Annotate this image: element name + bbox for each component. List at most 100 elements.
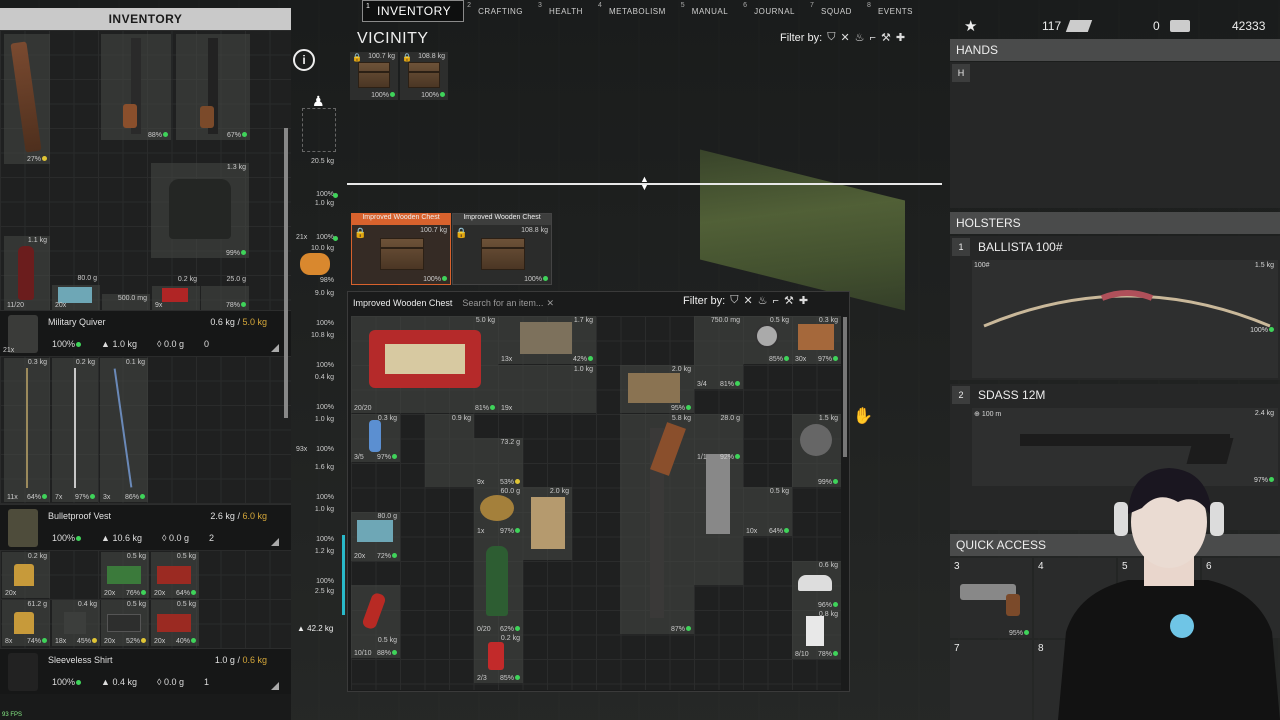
cleaver-item[interactable]: 28.0 g 1/1 92% (694, 414, 743, 585)
bottle-item[interactable]: 1.1 kg 11/20 (4, 236, 50, 310)
tab-crafting[interactable]: 2 CRAFTING (464, 0, 535, 22)
medical-filter-icon[interactable]: ✚ (896, 31, 905, 44)
vicinity-crate[interactable]: 🔒 108.8 kg 100% (400, 52, 448, 100)
tab-health[interactable]: 3 HEALTH (535, 0, 595, 22)
tab-metabolism[interactable]: 4 METABOLISM (595, 0, 678, 22)
item-weight: 500.0 mg (117, 295, 147, 302)
medical-filter-icon[interactable]: ✚ (799, 294, 808, 307)
quiver-slot[interactable]: 21x Military Quiver 0.6 kg / 5.0 kg 100%… (0, 310, 291, 356)
magazine-item[interactable]: 0.4 kg 18x 45% (52, 600, 100, 646)
vicinity-filter: Filter by: ⛉ ✕ ♨ ⌐ ⚒ ✚ (780, 31, 905, 44)
vest-slot[interactable]: Bulletproof Vest 2.6 kg / 6.0 kg 100% ▲ … (0, 504, 291, 550)
wood-stock-icon (10, 41, 42, 153)
shells-item[interactable]: 0.2 kg 9x (152, 276, 200, 310)
weapon-filter-icon[interactable]: ✕ (840, 31, 849, 44)
ak-rifle-2-item[interactable]: 67% (176, 34, 250, 140)
black-ammo-box-item[interactable]: 0.5 kg 20x 52% (101, 600, 149, 646)
tab-squad[interactable]: 7 SQUAD (807, 0, 864, 22)
slot-name: Military Quiver (48, 317, 106, 327)
item-condition: 74% (27, 638, 47, 645)
quick-slot-3[interactable]: 3 95% (950, 558, 1032, 638)
food-filter-icon[interactable]: ♨ (758, 294, 768, 307)
rifle-item[interactable]: 5.8 kg 87% (620, 414, 694, 634)
shirt-slot[interactable]: Sleeveless Shirt 1.0 g / 0.6 kg 100% ▲ 0… (0, 648, 291, 694)
green-ammo-box-item[interactable]: 0.5 kg 20x 76% (101, 552, 149, 598)
compass-item[interactable]: 0.5 kg 85% (743, 316, 792, 364)
item-condition: 64% (27, 494, 47, 501)
tools-filter-icon[interactable]: ⚒ (881, 31, 891, 44)
tab-number: 6 (743, 2, 748, 9)
bread-slot[interactable]: 10.0 kg 98% (292, 245, 338, 285)
box-icon (58, 287, 92, 303)
tab-events[interactable]: 8 EVENTS (864, 0, 925, 22)
resize-handle[interactable] (271, 538, 279, 546)
item-condition: 45% (77, 638, 97, 645)
weapon-filter-icon[interactable]: ✕ (743, 294, 752, 307)
food-filter-icon[interactable]: ♨ (855, 31, 865, 44)
gun-filter-icon[interactable]: ⌐ (870, 32, 876, 44)
jacket-item[interactable]: 1.3 kg 99% (151, 163, 249, 258)
clear-search-icon[interactable]: ✕ (546, 298, 554, 309)
tab-manual[interactable]: 5 MANUAL (678, 0, 740, 22)
iron-nails-item[interactable]: 2.0 kg 95% (620, 365, 694, 413)
pan-item[interactable]: 1.5 kg 99% (792, 414, 841, 487)
vicinity-crate[interactable]: 🔒 100.7 kg 100% (350, 52, 398, 100)
chest-card-selected[interactable]: Improved Wooden Chest 🔒 100.7 kg 100% (351, 213, 451, 285)
paper-item[interactable]: 2.0 kg (523, 487, 572, 560)
hands-slot[interactable]: H (950, 62, 1280, 208)
item-weight: 1.0 kg (573, 366, 593, 373)
container-scrollbar[interactable] (843, 317, 847, 457)
sneakers-item[interactable]: 0.6 kg 96% (792, 561, 841, 610)
item-weight: 60.0 g (500, 488, 520, 495)
lighter-item[interactable]: 0.9 kg (425, 414, 474, 487)
bullets-item[interactable]: 0.2 kg 20x (2, 552, 50, 598)
item-count: 11x (7, 494, 18, 501)
item-weight: 25.0 g (226, 276, 246, 283)
repair-kit-item[interactable]: 5.0 kg 20/20 81% (351, 316, 498, 413)
search-input[interactable]: Search for an item... ✕ (462, 298, 556, 309)
chest-card[interactable]: Improved Wooden Chest 🔒 108.8 kg 100% (452, 213, 552, 285)
canteen-item[interactable]: 500.0 mg (102, 294, 150, 310)
equipment-strip: 20.5 kg 100% 21x 1.0 kg 100% 10.0 kg 98% 9.0… (292, 40, 344, 640)
bolts-item[interactable]: 1.7 kg 13x 42% (498, 316, 596, 364)
slot-extra: 1 (203, 677, 209, 687)
item-weight: 0.1 kg (125, 359, 145, 366)
bullets-item[interactable]: 61.2 g 8x 74% (2, 600, 50, 646)
arrow-item[interactable]: 0.2 kg 7x 97% (52, 358, 98, 502)
resize-handle[interactable] (271, 682, 279, 690)
tab-inventory[interactable]: 1 INVENTORY (362, 0, 465, 22)
tab-journal[interactable]: 6 JOURNAL (740, 0, 807, 22)
holster-slot-1[interactable]: 1 BALLISTA 100# 100# 1.5 kg 100% (950, 236, 1280, 380)
battery-item[interactable]: 750.0 mg 3/4 81% (694, 316, 743, 389)
item-count: 11/20 (7, 302, 24, 309)
ak-rifle-item[interactable]: 88% (101, 34, 171, 140)
ammo-box-item[interactable]: 80.0 g 20x (52, 275, 100, 310)
item-condition: 99% (818, 479, 838, 486)
inventory-scrollbar[interactable] (284, 128, 288, 418)
ketchup-item[interactable]: 0.5 kg 10/10 88% (351, 585, 400, 658)
rifle-stock-item[interactable]: 27% (4, 34, 50, 164)
milk-item[interactable]: 0.8 kg 8/10 78% (792, 610, 841, 659)
arrow-item[interactable]: 0.3 kg 11x 64% (4, 358, 50, 502)
clothing-filter-icon[interactable]: ⛉ (827, 31, 835, 44)
water-bottle-item[interactable]: 0.3 kg 3/5 97% (351, 414, 400, 462)
clothing-filter-icon[interactable]: ⛉ (730, 294, 738, 307)
arrow-item[interactable]: 0.1 kg 3x 86% (100, 358, 148, 502)
glass-bottle-item[interactable]: 0/20 62% (474, 536, 523, 634)
soda-can-item[interactable]: 0.2 kg 2/3 85% (474, 634, 523, 683)
resize-handle[interactable] (271, 344, 279, 352)
bread-item[interactable]: 60.0 g 1x 97% (474, 487, 523, 536)
resize-arrows-icon[interactable]: ▲ ▼ (640, 175, 649, 192)
red-ammo-box-item[interactable]: 0.5 kg 20x 40% (151, 600, 199, 646)
ammo-box-2-item[interactable]: 80.0 g 20x 72% (351, 512, 400, 561)
crossbow-item[interactable]: 0.5 kg 10x 64% (743, 487, 792, 536)
ammo-ap-item[interactable]: 0.3 kg 30x 97% (792, 316, 841, 364)
gun-filter-icon[interactable]: ⌐ (773, 295, 779, 307)
tools-filter-icon[interactable]: ⚒ (784, 294, 794, 307)
cleaver-icon (706, 454, 730, 534)
bandage-item[interactable]: 25.0 g 78% (201, 276, 249, 310)
quick-slot-7[interactable]: 7 (950, 640, 1032, 720)
red-ammo-box-item[interactable]: 0.5 kg 20x 64% (151, 552, 199, 598)
cigarettes-item[interactable]: 73.2 g 9x 53% (474, 438, 523, 487)
revolver-parts-item[interactable]: 1.0 kg 19x (498, 365, 596, 413)
